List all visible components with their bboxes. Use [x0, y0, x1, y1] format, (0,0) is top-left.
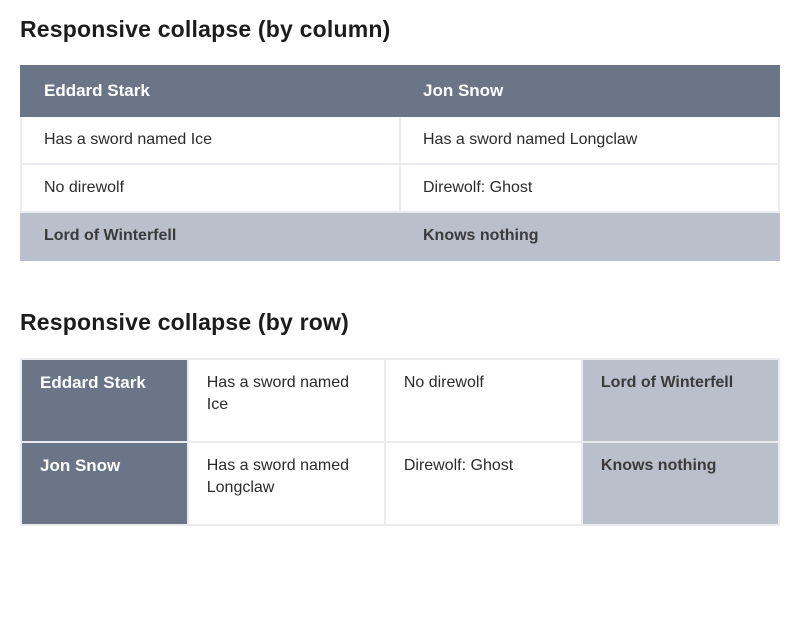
table-cell: Has a sword named Longclaw: [400, 116, 779, 164]
table-footer-cell: Knows nothing: [400, 212, 779, 260]
table-cell: No direwolf: [385, 359, 582, 442]
section-title-by-column: Responsive collapse (by column): [20, 16, 780, 43]
table-cell: Has a sword named Ice: [21, 116, 400, 164]
table-footer-cell: Lord of Winterfell: [21, 212, 400, 260]
table-footer-cell: Knows nothing: [582, 442, 779, 525]
table-by-row: Eddard Stark Has a sword named Ice No di…: [20, 358, 780, 526]
table-cell: Has a sword named Ice: [188, 359, 385, 442]
table-row: Lord of Winterfell Knows nothing: [21, 212, 779, 260]
row-header: Jon Snow: [21, 442, 188, 525]
column-header: Eddard Stark: [21, 66, 400, 116]
table-footer-cell: Lord of Winterfell: [582, 359, 779, 442]
section-title-by-row: Responsive collapse (by row): [20, 309, 780, 336]
table-row: Eddard Stark Jon Snow: [21, 66, 779, 116]
table-cell: Has a sword named Longclaw: [188, 442, 385, 525]
table-row: Has a sword named Ice Has a sword named …: [21, 116, 779, 164]
table-cell: Direwolf: Ghost: [400, 164, 779, 212]
row-header: Eddard Stark: [21, 359, 188, 442]
column-header: Jon Snow: [400, 66, 779, 116]
table-cell: Direwolf: Ghost: [385, 442, 582, 525]
table-row: Jon Snow Has a sword named Longclaw Dire…: [21, 442, 779, 525]
table-by-column: Eddard Stark Jon Snow Has a sword named …: [20, 65, 780, 261]
table-cell: No direwolf: [21, 164, 400, 212]
table-row: No direwolf Direwolf: Ghost: [21, 164, 779, 212]
table-row: Eddard Stark Has a sword named Ice No di…: [21, 359, 779, 442]
